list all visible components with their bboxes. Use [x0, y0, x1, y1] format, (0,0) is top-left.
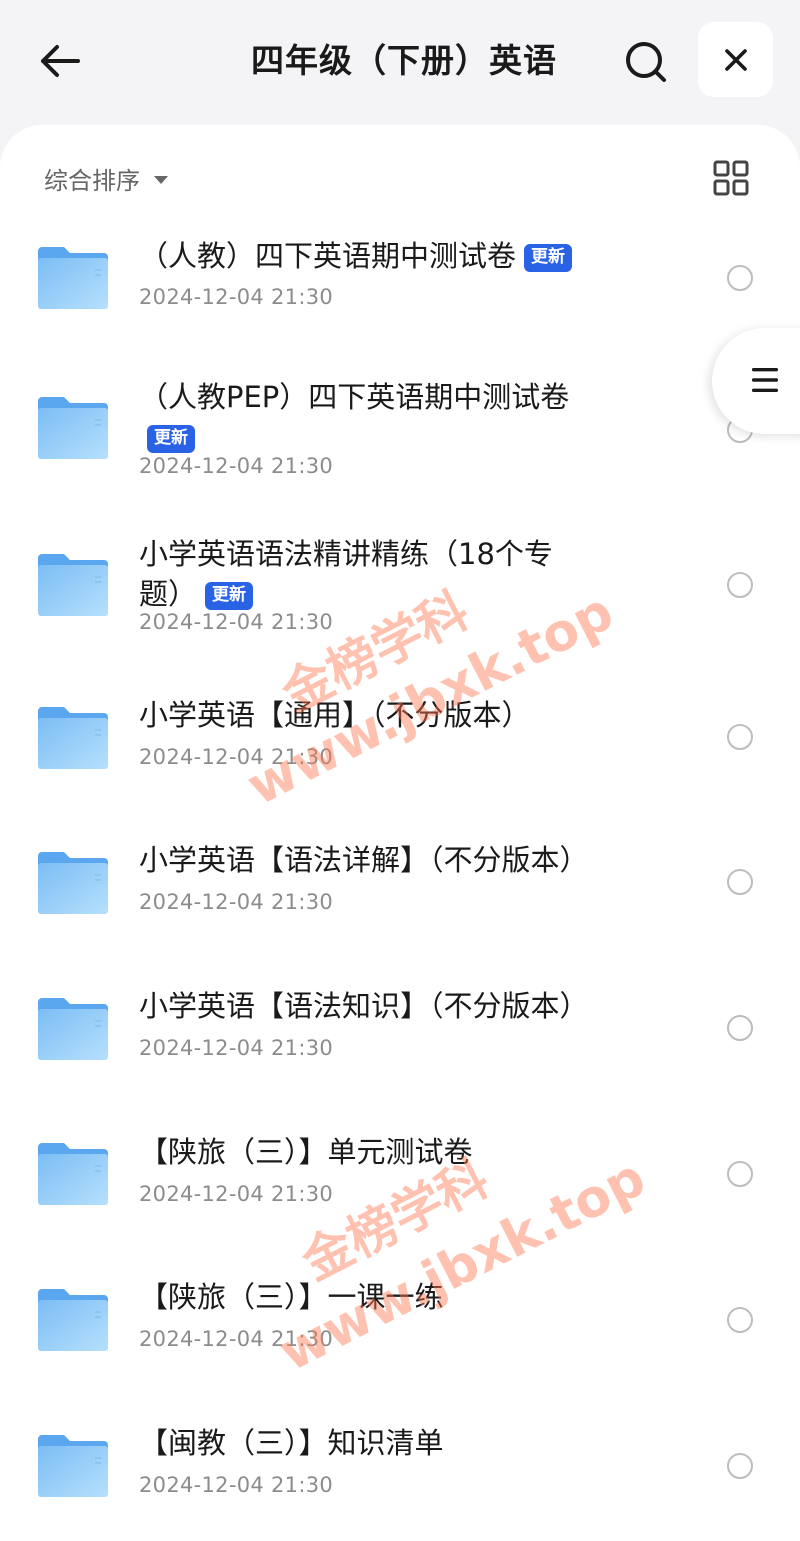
item-date: 2024-12-04 21:30 — [139, 610, 334, 634]
item-title: 【陕旅（三）】一课一练 — [139, 1280, 444, 1314]
folder-icon — [38, 1143, 108, 1205]
page-title: 四年级（下册）英语 — [251, 41, 557, 80]
select-radio[interactable] — [727, 572, 753, 598]
folder-icon — [38, 247, 108, 309]
select-radio[interactable] — [727, 1161, 753, 1187]
item-date: 2024-12-04 21:30 — [139, 1473, 334, 1497]
folder-icon — [38, 707, 108, 769]
folder-icon — [38, 554, 108, 616]
item-title: （人教）四下英语期中测试卷 — [139, 239, 517, 273]
item-title: 【陕旅（三）】单元测试卷 — [139, 1135, 473, 1169]
folder-icon — [38, 1289, 108, 1351]
select-radio[interactable] — [727, 724, 753, 750]
item-title: 【闽教（三）】知识清单 — [139, 1426, 444, 1460]
item-date: 2024-12-04 21:30 — [139, 1327, 334, 1351]
folder-icon — [38, 1435, 108, 1497]
update-badge: 更新 — [147, 425, 195, 453]
search-button[interactable] — [620, 36, 672, 88]
search-icon — [626, 42, 666, 82]
folder-icon — [38, 998, 108, 1060]
select-radio[interactable] — [727, 1015, 753, 1041]
menu-icon — [752, 368, 778, 392]
update-badge: 更新 — [524, 244, 573, 272]
item-title: 小学英语语法精讲精练（18个专题） — [139, 537, 553, 611]
item-date: 2024-12-04 21:30 — [139, 890, 334, 914]
file-list-panel: 综合排序 （人教）四下英语期中测试卷 更新 2024-12-04 21:30 （… — [0, 125, 800, 1541]
select-radio[interactable] — [727, 1307, 753, 1333]
close-icon — [724, 48, 747, 71]
close-button[interactable] — [698, 22, 773, 97]
select-radio[interactable] — [727, 1453, 753, 1479]
select-radio[interactable] — [727, 265, 753, 291]
item-date: 2024-12-04 21:30 — [139, 285, 334, 309]
folder-icon — [38, 397, 108, 459]
item-date: 2024-12-04 21:30 — [139, 454, 334, 478]
top-bar: 四年级（下册）英语 — [0, 0, 800, 125]
item-title: 小学英语【通用】（不分版本） — [139, 698, 531, 732]
select-radio[interactable] — [727, 869, 753, 895]
item-title: 小学英语【语法知识】（不分版本） — [139, 989, 589, 1023]
item-title: 小学英语【语法详解】（不分版本） — [139, 843, 589, 877]
item-date: 2024-12-04 21:30 — [139, 1036, 334, 1060]
item-date: 2024-12-04 21:30 — [139, 745, 334, 769]
item-title: （人教PEP）四下英语期中测试卷 — [139, 380, 570, 414]
file-list: （人教）四下英语期中测试卷 更新 2024-12-04 21:30 （人教PEP）… — [0, 125, 800, 1541]
update-badge: 更新 — [205, 582, 254, 610]
item-date: 2024-12-04 21:30 — [139, 1182, 334, 1206]
folder-icon — [38, 852, 108, 914]
